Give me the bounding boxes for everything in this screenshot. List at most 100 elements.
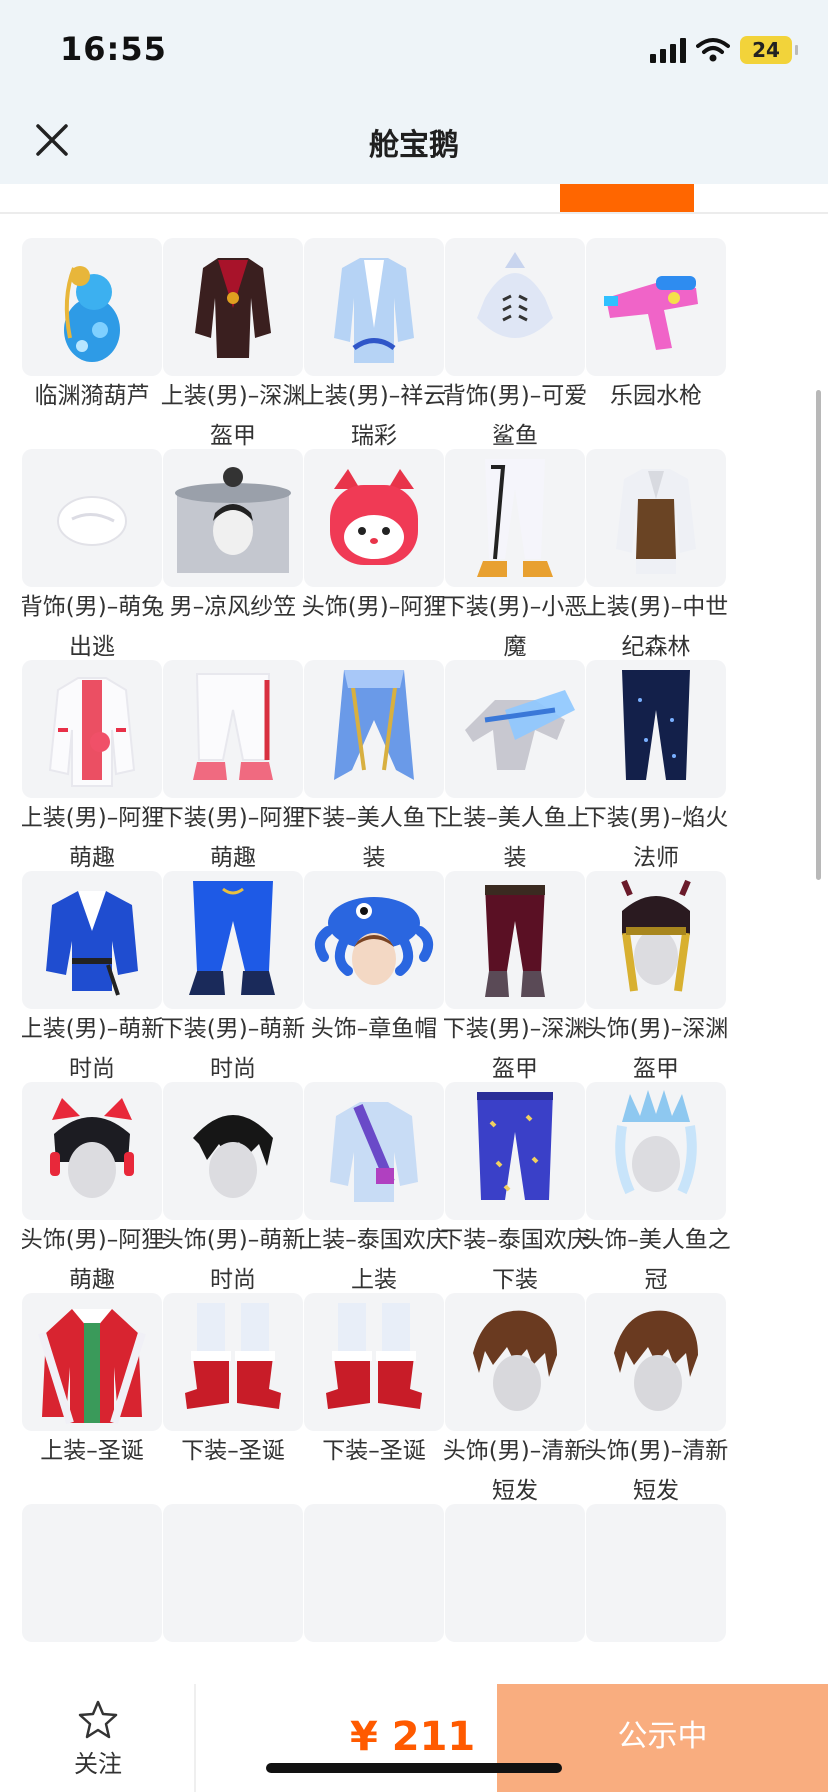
item-card[interactable]: 下装(男)–小恶魔 — [443, 449, 587, 679]
scrollbar[interactable] — [816, 390, 821, 880]
item-card[interactable]: 下装–泰国欢庆下装 — [440, 1082, 590, 1312]
item-card[interactable]: 下装–圣诞 — [163, 1293, 303, 1523]
water-gun-icon — [586, 238, 726, 376]
item-card[interactable]: 乐园水枪 — [586, 238, 726, 468]
item-card[interactable]: 头饰–美人鱼之冠 — [581, 1082, 731, 1312]
item-thumbnail — [445, 1504, 585, 1642]
white-pants-icon — [445, 449, 585, 587]
item-card[interactable]: 临渊漪葫芦 — [22, 238, 162, 468]
item-name: 上装–圣诞 — [40, 1438, 144, 1464]
item-card[interactable]: 下装(男)–萌新时尚 — [161, 871, 305, 1101]
forest-top-icon — [586, 449, 726, 587]
item-name: 上装(男)–阿狸萌趣 — [22, 805, 165, 871]
item-name: 下装–圣诞 — [181, 1438, 285, 1464]
item-name: 头饰(男)–清新短发 — [583, 1438, 729, 1504]
brown-hair-icon — [445, 1293, 585, 1431]
item-card[interactable]: 下装(男)–焰火法师 — [584, 660, 728, 890]
item-name: 上装(男)–深渊盔甲 — [160, 383, 306, 449]
item-card[interactable]: 上装–圣诞 — [22, 1293, 162, 1523]
item-name: 下装(男)–萌新时尚 — [160, 1016, 306, 1082]
item-card[interactable]: 背饰(男)–萌兔出逃 — [22, 449, 164, 679]
item-card[interactable]: 头饰(男)–阿狸萌趣 — [22, 1082, 164, 1312]
black-hair-icon — [163, 1082, 303, 1220]
ali-pants-icon — [163, 660, 303, 798]
item-card[interactable]: 上装(男)–萌新时尚 — [22, 871, 164, 1101]
item-thumbnail — [304, 1504, 444, 1642]
armor-pants-icon — [445, 871, 585, 1009]
follow-button[interactable]: 关注 — [0, 1684, 196, 1792]
brown-hair-icon — [586, 1293, 726, 1431]
item-card[interactable]: 头饰(男)–深渊盔甲 — [584, 871, 728, 1101]
item-card[interactable]: 上装(男)–深渊盔甲 — [161, 238, 305, 468]
item-card[interactable] — [304, 1504, 444, 1678]
item-name: 头饰(男)–清新短发 — [442, 1438, 588, 1504]
item-name: 头饰(男)–阿狸萌趣 — [22, 1227, 165, 1293]
page-title: 舱宝鹅 — [369, 128, 459, 163]
item-card[interactable]: 男–凉风纱笠 — [163, 449, 303, 679]
item-card[interactable]: 下装–美人鱼下装 — [299, 660, 449, 890]
item-name: 下装(男)–小恶魔 — [442, 594, 588, 660]
item-name: 下装–泰国欢庆下装 — [440, 1227, 590, 1293]
item-name: 上装(男)–祥云瑞彩 — [301, 383, 447, 449]
item-name: 头饰–章鱼帽 — [310, 1016, 438, 1042]
status-icons: 24 — [650, 32, 798, 68]
item-name: 临渊漪葫芦 — [34, 383, 150, 409]
mermaid-bottom-icon — [304, 660, 444, 798]
item-thumbnail — [163, 1504, 303, 1642]
item-card[interactable]: 下装(男)–深渊盔甲 — [443, 871, 587, 1101]
mage-pants-icon — [586, 660, 726, 798]
bottom-bar: 关注 ¥ 211 公示中 — [0, 1684, 828, 1792]
item-name: 下装(男)–阿狸萌趣 — [160, 805, 306, 871]
mermaid-top-icon — [445, 660, 585, 798]
battery-icon: 24 — [740, 36, 798, 64]
christmas-boots-icon — [163, 1293, 303, 1431]
item-card[interactable] — [22, 1504, 162, 1678]
signal-icon — [650, 37, 686, 63]
publicity-button[interactable]: 公示中 — [497, 1684, 828, 1792]
item-name: 背饰(男)–可爱鲨鱼 — [442, 383, 588, 449]
item-card[interactable]: 下装–圣诞 — [304, 1293, 444, 1523]
item-name: 头饰(男)–阿狸 — [301, 594, 447, 620]
item-name: 下装–圣诞 — [322, 1438, 426, 1464]
home-indicator[interactable] — [266, 1763, 562, 1773]
octopus-hat-icon — [304, 871, 444, 1009]
item-grid: 临渊漪葫芦 上装(男)–深渊盔甲 上装(男)–祥云瑞彩 背饰(男)–可爱鲨鱼 乐园水枪背… — [22, 238, 810, 1678]
item-card[interactable]: 头饰(男)–清新短发 — [584, 1293, 728, 1523]
item-card[interactable]: 头饰–章鱼帽 — [304, 871, 444, 1101]
item-name: 背饰(男)–萌兔出逃 — [22, 594, 165, 660]
item-thumbnail — [22, 1504, 162, 1642]
armor-helmet-icon — [586, 871, 726, 1009]
thai-pants-icon — [445, 1082, 585, 1220]
top-bar: 16:55 24 舱宝鹅 — [0, 0, 828, 184]
item-name: 上装(男)–萌新时尚 — [22, 1016, 165, 1082]
item-card[interactable]: 背饰(男)–可爱鲨鱼 — [443, 238, 587, 468]
item-card[interactable]: 下装(男)–阿狸萌趣 — [161, 660, 305, 890]
item-name: 乐园水枪 — [610, 383, 702, 409]
item-card[interactable]: 上装–美人鱼上装 — [440, 660, 590, 890]
item-card[interactable] — [163, 1504, 303, 1678]
active-tab-indicator — [560, 184, 694, 212]
blue-top-icon — [22, 871, 162, 1009]
item-card[interactable]: 上装(男)–中世纪森林 — [584, 449, 728, 679]
item-name: 下装–美人鱼下装 — [299, 805, 449, 871]
item-name: 下装(男)–深渊盔甲 — [442, 1016, 588, 1082]
price-label: ¥ 211 — [350, 1714, 476, 1760]
thai-top-icon — [304, 1082, 444, 1220]
item-name: 下装(男)–焰火法师 — [583, 805, 729, 871]
item-card[interactable]: 头饰(男)–清新短发 — [443, 1293, 587, 1523]
item-card[interactable]: 头饰(男)–阿狸 — [302, 449, 446, 679]
item-name: 头饰(男)–深渊盔甲 — [583, 1016, 729, 1082]
item-card[interactable] — [445, 1504, 585, 1678]
mermaid-crown-icon — [586, 1082, 726, 1220]
item-name: 上装–泰国欢庆上装 — [299, 1227, 449, 1293]
item-card[interactable]: 上装(男)–祥云瑞彩 — [302, 238, 446, 468]
item-card[interactable] — [586, 1504, 726, 1678]
item-card[interactable]: 上装(男)–阿狸萌趣 — [22, 660, 164, 890]
item-name: 男–凉风纱笠 — [169, 594, 297, 620]
item-thumbnail — [586, 1504, 726, 1642]
cloud-top-icon — [304, 238, 444, 376]
veil-hat-icon — [163, 449, 303, 587]
fox-ear-hair-icon — [22, 1082, 162, 1220]
item-card[interactable]: 上装–泰国欢庆上装 — [299, 1082, 449, 1312]
item-card[interactable]: 头饰(男)–萌新时尚 — [161, 1082, 305, 1312]
